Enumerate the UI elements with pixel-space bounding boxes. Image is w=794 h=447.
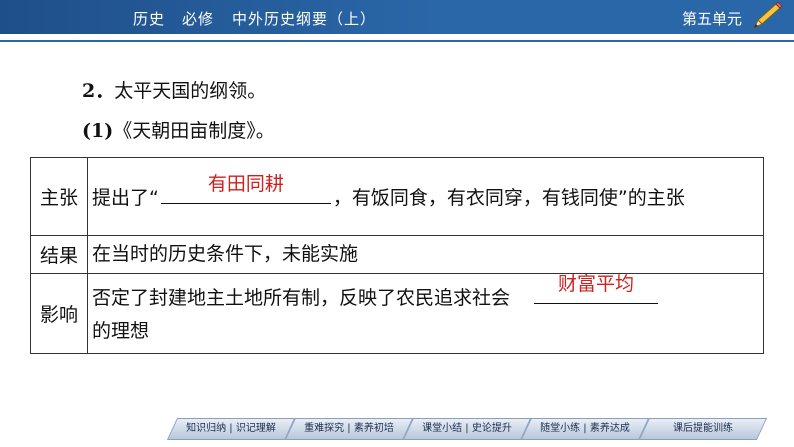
subheading-number: (1) bbox=[82, 120, 114, 142]
heading-text: 太平天国的纲领。 bbox=[114, 80, 267, 102]
impact-text-after: 的理想 bbox=[92, 320, 150, 342]
sub-heading: (1)《天朝田亩制度》。 bbox=[82, 116, 275, 143]
header-course: 必修 bbox=[182, 10, 215, 28]
answer-text: 有田同耕 bbox=[207, 172, 284, 195]
nav-training-label: 课后提能训练 bbox=[673, 423, 733, 434]
row-label-result: 结果 bbox=[30, 235, 88, 274]
header-subject: 历史 bbox=[133, 10, 166, 28]
proposal-text-before: 提出了“ bbox=[92, 186, 159, 209]
nav-practice-label: 随堂小练 | 素养达成 bbox=[540, 423, 630, 434]
row-content-proposal: 提出了“ 有田同耕 ，有饭同食，有衣同穿，有钱同使”的主张 bbox=[87, 157, 764, 236]
nav-practice-button[interactable]: 随堂小练 | 素养达成 bbox=[520, 418, 650, 440]
pencil-icon bbox=[752, 2, 783, 30]
nav-knowledge-label: 知识归纳 | 识记理解 bbox=[186, 423, 276, 434]
section-heading: 2．太平天国的纲领。 bbox=[82, 76, 266, 103]
row-content-impact: 否定了封建地主土地所有制，反映了农民追求社会 财富平均的理想 bbox=[87, 273, 764, 354]
nav-knowledge-button[interactable]: 知识归纳 | 识记理解 bbox=[166, 418, 296, 440]
header-unit: 第五单元 bbox=[681, 10, 742, 28]
nav-training-button[interactable]: 课后提能训练 bbox=[638, 418, 768, 440]
footer-nav: 知识归纳 | 识记理解 重难探究 | 素养初培 课堂小结 | 史论提升 随堂小练… bbox=[160, 418, 768, 442]
nav-key-points-label: 重难探究 | 素养初培 bbox=[304, 423, 394, 434]
subheading-text: 《天朝田亩制度》。 bbox=[113, 120, 275, 142]
nav-summary-button[interactable]: 课堂小结 | 史论提升 bbox=[402, 418, 532, 440]
fill-blank: 有田同耕 bbox=[160, 173, 331, 204]
header-book: 中外历史纲要（上） bbox=[232, 10, 377, 28]
row-label-impact: 影响 bbox=[30, 273, 88, 354]
nav-key-points-button[interactable]: 重难探究 | 素养初培 bbox=[284, 418, 414, 440]
heading-number: 2． bbox=[82, 80, 115, 102]
answer-text: 财富平均 bbox=[558, 273, 635, 295]
row-content-result: 在当时的历史条件下，未能实施 bbox=[87, 235, 764, 274]
table-row: 影响 否定了封建地主土地所有制，反映了农民追求社会 财富平均的理想 bbox=[30, 273, 764, 354]
program-table: 主张 提出了“ 有田同耕 ，有饭同食，有衣同穿，有钱同使”的主张 结果 在当时的历史… bbox=[30, 157, 764, 354]
impact-text-before: 否定了封建地主土地所有制，反映了农民追求社会 bbox=[92, 287, 511, 309]
proposal-text-after: ，有饭同食，有衣同穿，有钱同使”的主张 bbox=[332, 186, 685, 209]
header-rule bbox=[0, 40, 794, 42]
table-row: 主张 提出了“ 有田同耕 ，有饭同食，有衣同穿，有钱同使”的主张 bbox=[30, 157, 764, 236]
fill-blank: 财富平均 bbox=[534, 273, 659, 304]
row-label-proposal: 主张 bbox=[30, 157, 88, 236]
header-bar: 历史 必修 中外历史纲要（上） 第五单元 bbox=[0, 0, 794, 34]
nav-summary-label: 课堂小结 | 史论提升 bbox=[422, 423, 512, 434]
